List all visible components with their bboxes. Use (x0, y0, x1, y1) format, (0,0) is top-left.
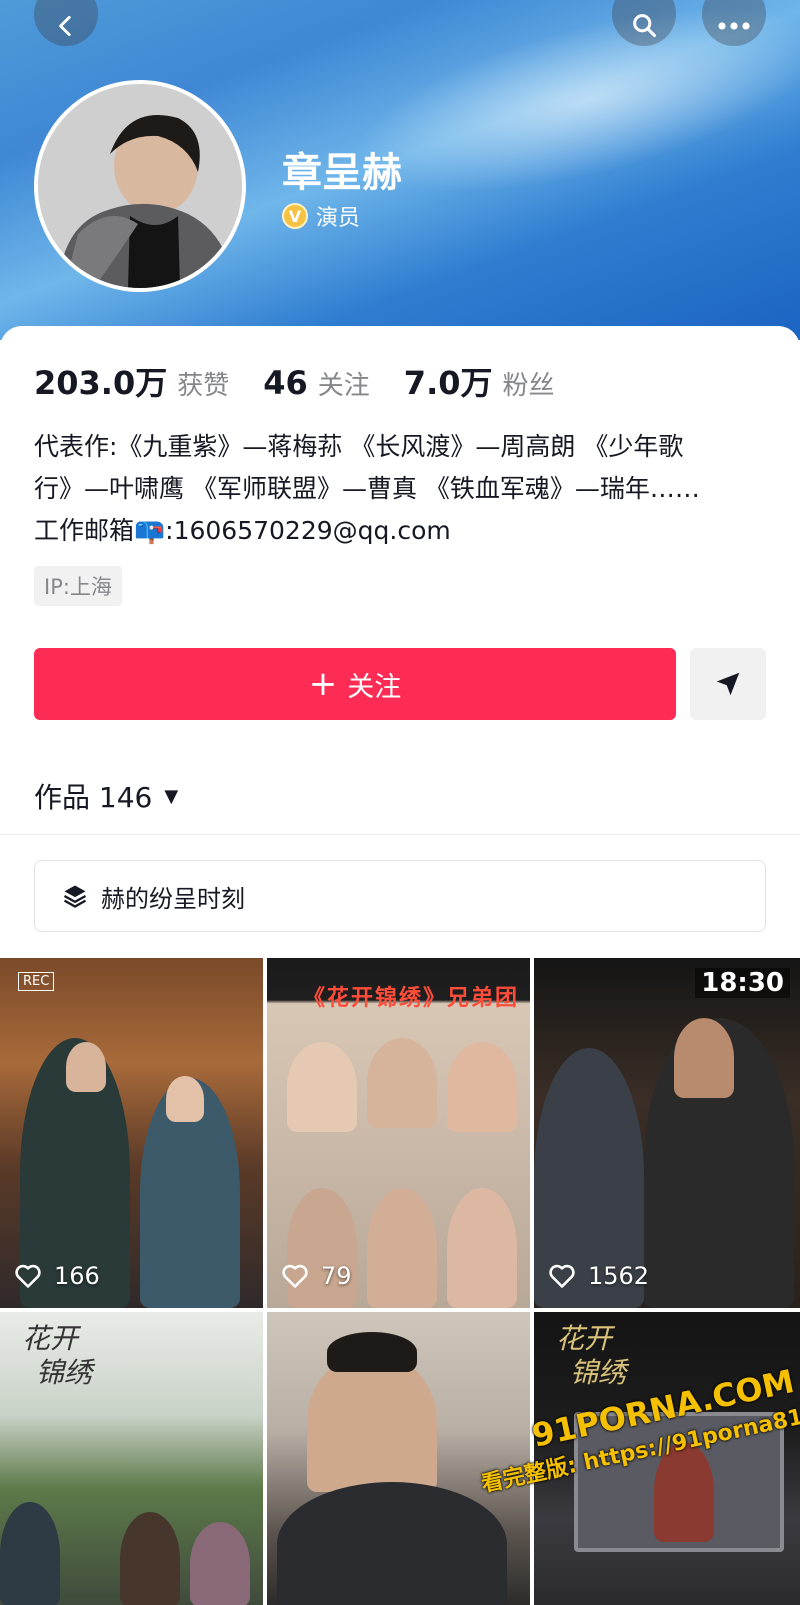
avatar-photo (38, 84, 242, 288)
like-count-value: 79 (321, 1262, 352, 1290)
chevron-left-icon (59, 15, 71, 37)
followers-label: 粉丝 (502, 371, 555, 401)
figure (447, 1042, 517, 1132)
figure (287, 1188, 357, 1308)
works-label: 作品 146 (34, 781, 153, 814)
mailbox-icon: 📪 (134, 516, 166, 545)
bio: 代表作:《九重紫》—蒋梅荪 《长风渡》—周高朗 《少年歌 行》—叶啸鹰 《军师联… (34, 426, 774, 552)
video-tile[interactable]: REC 166 (0, 958, 263, 1308)
more-dots-icon (718, 22, 750, 30)
follow-label: 关注 (347, 671, 402, 703)
bio-line: 代表作:《九重紫》—蒋梅荪 《长风渡》—周高朗 《少年歌 (34, 432, 684, 461)
like-count-value: 166 (54, 1262, 100, 1290)
verified-badge-icon: V (282, 203, 308, 229)
like-count: 1562 (548, 1262, 649, 1290)
ip-location-tag: IP:上海 (34, 566, 122, 606)
following-label: 关注 (317, 371, 370, 401)
more-options-button[interactable] (702, 0, 766, 46)
figure (367, 1188, 437, 1308)
time-overlay: 18:30 (695, 968, 790, 998)
figure (367, 1038, 437, 1128)
layers-icon (63, 885, 87, 908)
plus-icon: + (308, 664, 338, 704)
like-count-value: 1562 (588, 1262, 650, 1290)
follow-button[interactable]: + 关注 (34, 648, 676, 720)
video-title-overlay: 《花开锦绣》兄弟团 (303, 986, 520, 1011)
profile-name: 章呈赫 (282, 150, 402, 196)
video-tile[interactable]: 花开 锦绣 (0, 1312, 263, 1605)
calligraphy-title: 花开 锦绣 (556, 1322, 627, 1389)
share-button[interactable] (690, 648, 766, 720)
back-button[interactable] (34, 0, 98, 46)
search-button[interactable] (612, 0, 676, 46)
heart-icon (549, 1264, 575, 1288)
followers-count[interactable]: 7.0万 (404, 358, 493, 404)
figure (166, 1076, 204, 1122)
figure (277, 1482, 507, 1605)
caret-down-icon: ▼ (164, 785, 179, 807)
avatar[interactable] (34, 80, 246, 292)
collection-entry[interactable]: 赫的纷呈时刻 (34, 860, 766, 932)
video-grid: REC 166 《花开锦绣》兄弟团 79 18:30 1562 花开 锦绣 花开… (0, 958, 800, 1605)
video-tile[interactable]: 《花开锦绣》兄弟团 79 (267, 958, 530, 1308)
divider (0, 834, 800, 835)
following-count[interactable]: 46 (263, 364, 308, 402)
collection-label: 赫的纷呈时刻 (101, 884, 245, 913)
figure (674, 1018, 734, 1098)
figure (287, 1042, 357, 1132)
heart-icon (15, 1264, 41, 1288)
like-count: 166 (14, 1262, 100, 1290)
figure (327, 1332, 417, 1372)
send-icon (716, 672, 740, 696)
figure (447, 1188, 517, 1308)
video-tile[interactable]: 18:30 1562 (534, 958, 800, 1308)
figure (120, 1512, 180, 1605)
like-count: 79 (281, 1262, 352, 1290)
figure (66, 1042, 106, 1092)
figure (190, 1522, 250, 1605)
heart-icon (282, 1264, 308, 1288)
bio-email-line: 工作邮箱📪:1606570229@qq.com (34, 510, 774, 552)
bio-line: 行》—叶啸鹰 《军师联盟》—曹真 《铁血军魂》—瑞年…… (34, 474, 700, 503)
stats-row: 203.0万 获赞 46 关注 7.0万 粉丝 (34, 358, 579, 404)
works-tab[interactable]: 作品 146 ▼ (34, 776, 178, 816)
figure (307, 1352, 437, 1492)
profile-header: 章呈赫 V 演员 (0, 0, 800, 340)
likes-count[interactable]: 203.0万 (34, 358, 167, 404)
email-value: :1606570229@qq.com (165, 516, 451, 545)
calligraphy-title: 花开 锦绣 (22, 1322, 93, 1389)
figure (0, 1502, 60, 1605)
search-icon (633, 14, 657, 38)
likes-label: 获赞 (177, 371, 230, 401)
email-label: 工作邮箱 (34, 516, 135, 545)
verification-row: V 演员 (282, 200, 360, 232)
rec-overlay: REC (18, 972, 55, 991)
verification-label: 演员 (316, 206, 361, 231)
